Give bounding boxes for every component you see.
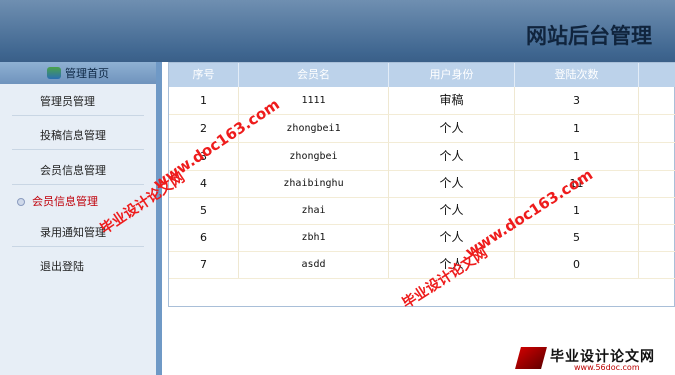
- cell-member-name: asdd: [239, 251, 389, 278]
- sidebar-item-label: 会员信息管理: [40, 163, 106, 177]
- cell-index: 6: [169, 224, 239, 251]
- home-icon: [47, 67, 61, 79]
- table-row[interactable]: 1 1111 审稿 3: [169, 87, 675, 115]
- column-header[interactable]: 序号: [169, 63, 239, 87]
- sidebar-item-label: 退出登陆: [40, 260, 84, 273]
- cell-login-count: 1: [515, 143, 639, 170]
- cell-index: 5: [169, 197, 239, 224]
- watermark-logo-url: www.56doc.com: [574, 363, 640, 372]
- sidebar-item-submissions[interactable]: 投稿信息管理: [12, 120, 144, 150]
- sidebar-item-admin[interactable]: 管理员管理: [12, 86, 144, 116]
- watermark-logo-icon: [515, 347, 547, 369]
- cell-login-count: 3: [515, 87, 639, 114]
- cell-member-name: zbh1: [239, 224, 389, 251]
- sidebar-item-label: 投稿信息管理: [40, 128, 106, 142]
- table-row[interactable]: 4 zhaibinghu 个人 11: [169, 170, 675, 198]
- sidebar: 管理首页 管理员管理 投稿信息管理 会员信息管理 会员信息管理 录用通知管理 退…: [0, 62, 162, 375]
- sidebar-item-label: 会员信息管理: [32, 195, 98, 208]
- table-row[interactable]: 5 zhai 个人 1: [169, 197, 675, 225]
- active-bullet-icon: [17, 198, 25, 206]
- table-row[interactable]: 3 zhongbei 个人 1: [169, 143, 675, 171]
- column-header[interactable]: 登陆次数: [515, 63, 639, 87]
- sidebar-item-label: 管理员管理: [40, 94, 95, 108]
- sidebar-item-logout[interactable]: 退出登陆: [12, 251, 144, 281]
- cell-login-count: 0: [515, 251, 639, 278]
- page-title: 网站后台管理: [526, 23, 652, 48]
- column-header[interactable]: 用户身份: [389, 63, 515, 87]
- member-table: 序号 会员名 用户身份 登陆次数 1 1111 审稿 3 2 zhongbei1…: [168, 62, 675, 307]
- cell-role: 个人: [389, 143, 515, 170]
- cell-role: 个人: [389, 115, 515, 142]
- header-bar: 网站后台管理: [0, 0, 675, 62]
- cell-index: 7: [169, 251, 239, 278]
- cell-member-name: zhaibinghu: [239, 170, 389, 197]
- column-header[interactable]: 会员名: [239, 63, 389, 87]
- cell-index: 1: [169, 87, 239, 114]
- sidebar-home[interactable]: 管理首页: [0, 62, 156, 84]
- cell-role: 个人: [389, 170, 515, 197]
- table-header: 序号 会员名 用户身份 登陆次数: [169, 63, 675, 87]
- sidebar-item-members[interactable]: 会员信息管理: [12, 155, 144, 185]
- sidebar-item-label: 录用通知管理: [40, 225, 106, 239]
- cell-member-name: zhongbei: [239, 143, 389, 170]
- watermark-logo: 毕业设计论文网 www.56doc.com: [510, 343, 675, 375]
- cell-login-count: 5: [515, 224, 639, 251]
- cell-role: 个人: [389, 197, 515, 224]
- table-row[interactable]: 7 asdd 个人 0: [169, 251, 675, 279]
- cell-login-count: 1: [515, 115, 639, 142]
- column-header-empty: [639, 63, 675, 87]
- sidebar-home-label: 管理首页: [65, 67, 109, 80]
- cell-member-name: zhai: [239, 197, 389, 224]
- cell-role: 审稿: [389, 87, 515, 114]
- table-row[interactable]: 6 zbh1 个人 5: [169, 224, 675, 252]
